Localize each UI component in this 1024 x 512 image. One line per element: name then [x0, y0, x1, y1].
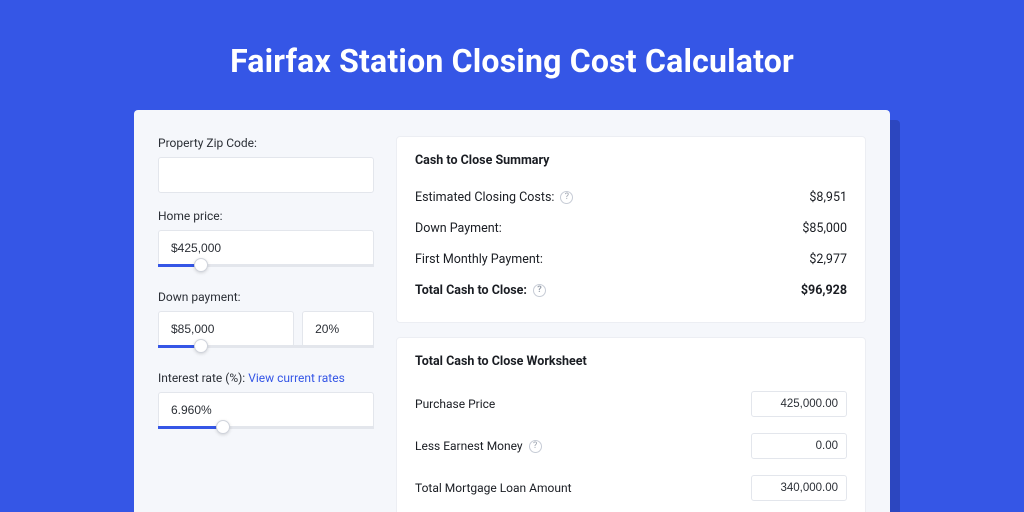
summary-total-row: Total Cash to Close: ? $96,928 — [415, 275, 847, 306]
summary-row-value: $8,951 — [809, 190, 847, 205]
summary-row-label: First Monthly Payment: — [415, 252, 543, 267]
zip-label: Property Zip Code: — [158, 136, 374, 150]
summary-panel: Cash to Close Summary Estimated Closing … — [396, 136, 866, 323]
summary-row: First Monthly Payment: $2,977 — [415, 244, 847, 275]
worksheet-row-input[interactable] — [751, 391, 847, 417]
worksheet-row-label: Less Earnest Money — [415, 439, 523, 453]
interest-rate-field: Interest rate (%): View current rates — [158, 371, 374, 436]
summary-total-value: $96,928 — [801, 283, 847, 298]
slider-fill — [158, 426, 223, 429]
down-payment-label: Down payment: — [158, 290, 374, 304]
help-icon[interactable]: ? — [560, 191, 573, 204]
calculator-card-wrap: Property Zip Code: Home price: Down paym… — [134, 110, 890, 512]
zip-input[interactable] — [158, 157, 374, 193]
results-column: Cash to Close Summary Estimated Closing … — [396, 136, 866, 512]
worksheet-row-input[interactable] — [751, 433, 847, 459]
home-price-slider[interactable] — [158, 264, 374, 274]
down-payment-pct-input[interactable] — [302, 311, 374, 347]
interest-rate-label: Interest rate (%): View current rates — [158, 371, 374, 385]
worksheet-row-input[interactable] — [751, 475, 847, 501]
worksheet-row-label: Purchase Price — [415, 397, 495, 411]
help-icon[interactable]: ? — [529, 440, 542, 453]
down-payment-field: Down payment: — [158, 290, 374, 355]
worksheet-row: Less Earnest Money ? — [415, 425, 847, 467]
worksheet-title: Total Cash to Close Worksheet — [415, 354, 847, 369]
slider-thumb[interactable] — [194, 258, 208, 272]
inputs-column: Property Zip Code: Home price: Down paym… — [158, 136, 374, 512]
page-title: Fairfax Station Closing Cost Calculator — [0, 0, 1024, 110]
view-rates-link[interactable]: View current rates — [248, 371, 345, 385]
calculator-card: Property Zip Code: Home price: Down paym… — [134, 110, 890, 512]
summary-row-label: Estimated Closing Costs: — [415, 190, 554, 205]
summary-row-label: Down Payment: — [415, 221, 502, 236]
summary-row-value: $2,977 — [809, 252, 847, 267]
worksheet-panel: Total Cash to Close Worksheet Purchase P… — [396, 337, 866, 512]
home-price-field: Home price: — [158, 209, 374, 274]
down-payment-input[interactable] — [158, 311, 294, 347]
summary-title: Cash to Close Summary — [415, 153, 847, 168]
home-price-input[interactable] — [158, 230, 374, 266]
summary-row-value: $85,000 — [802, 221, 847, 236]
interest-label-text: Interest rate (%): — [158, 371, 245, 385]
worksheet-row-label: Total Mortgage Loan Amount — [415, 481, 572, 495]
slider-thumb[interactable] — [216, 420, 230, 434]
help-icon[interactable]: ? — [533, 284, 546, 297]
summary-row: Estimated Closing Costs: ? $8,951 — [415, 182, 847, 213]
worksheet-row: Purchase Price — [415, 383, 847, 425]
home-price-label: Home price: — [158, 209, 374, 223]
zip-field: Property Zip Code: — [158, 136, 374, 193]
summary-total-label: Total Cash to Close: — [415, 283, 527, 298]
worksheet-row: Total Mortgage Loan Amount — [415, 467, 847, 509]
interest-rate-input[interactable] — [158, 392, 374, 428]
down-payment-slider[interactable] — [158, 345, 374, 355]
summary-row: Down Payment: $85,000 — [415, 213, 847, 244]
slider-thumb[interactable] — [194, 339, 208, 353]
interest-rate-slider[interactable] — [158, 426, 374, 436]
